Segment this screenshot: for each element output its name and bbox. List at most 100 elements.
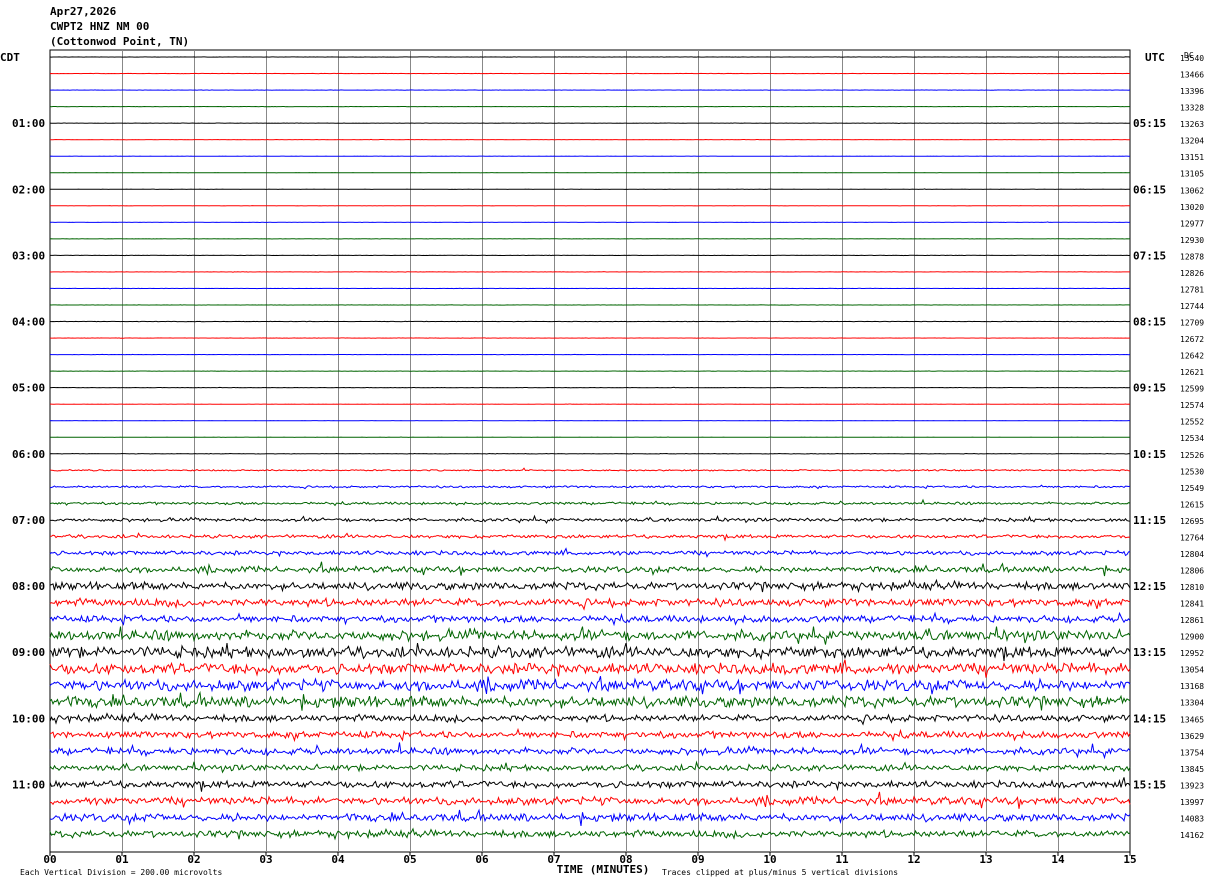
dc-offset-label: 13466 xyxy=(1180,71,1204,80)
cdt-time-label: 04:00 xyxy=(12,316,45,329)
x-axis-title: TIME (MINUTES) xyxy=(557,863,650,876)
seismic-trace xyxy=(49,370,1130,372)
seismic-trace xyxy=(49,386,1131,389)
dc-offset-label: 12549 xyxy=(1180,484,1204,493)
dc-offset-label: 13396 xyxy=(1180,87,1204,96)
seismic-trace xyxy=(49,659,1131,678)
utc-time-label: 09:15 xyxy=(1133,382,1166,395)
dc-offset-label: 12552 xyxy=(1180,418,1204,427)
x-tick-label: 02 xyxy=(187,853,200,866)
cdt-time-label: 08:00 xyxy=(12,580,45,593)
dc-offset-label: 12878 xyxy=(1180,252,1204,261)
utc-time-label: 13:15 xyxy=(1133,646,1166,659)
dc-offset-label: 12810 xyxy=(1180,583,1204,592)
x-tick-label: 01 xyxy=(115,853,129,866)
dc-offset-label: 12642 xyxy=(1180,352,1204,361)
seismic-trace xyxy=(49,122,1131,125)
x-tick-label: 09 xyxy=(691,853,704,866)
seismic-trace xyxy=(50,287,1131,290)
dc-offset-label: 13304 xyxy=(1180,699,1204,708)
x-tick-label: 10 xyxy=(763,853,776,866)
seismic-trace xyxy=(49,642,1131,662)
dc-offset-label: 13754 xyxy=(1180,748,1204,757)
seismic-trace xyxy=(49,808,1131,826)
dc-offset-label: 14162 xyxy=(1180,831,1204,840)
utc-time-label: 07:15 xyxy=(1133,249,1166,262)
dc-offset-label: 13540 xyxy=(1180,54,1204,63)
dc-offset-label: 12534 xyxy=(1180,434,1204,443)
seismic-trace xyxy=(49,467,1131,472)
dc-offset-label: 12695 xyxy=(1180,517,1204,526)
cdt-time-label: 05:00 xyxy=(12,382,45,395)
dc-offset-label: 12744 xyxy=(1180,302,1204,311)
seismic-trace xyxy=(49,105,1131,108)
utc-time-label: 15:15 xyxy=(1133,778,1166,791)
seismic-trace xyxy=(50,188,1130,190)
left-axis-label: CDT xyxy=(0,51,20,64)
seismic-trace xyxy=(49,760,1131,774)
dc-offset-label: 13054 xyxy=(1180,666,1204,675)
x-tick-label: 06 xyxy=(475,853,489,866)
dc-offset-label: 12621 xyxy=(1180,368,1204,377)
dc-offset-label: 13204 xyxy=(1180,137,1204,146)
seismic-trace xyxy=(49,271,1130,273)
dc-offset-label: 12952 xyxy=(1180,649,1204,658)
dc-offset-label: 12841 xyxy=(1180,600,1204,609)
seismic-trace xyxy=(49,547,1131,558)
seismic-trace xyxy=(49,827,1131,841)
seismic-trace xyxy=(49,353,1131,356)
dc-offset-label: 12764 xyxy=(1180,533,1204,542)
x-tick-label: 11 xyxy=(835,853,849,866)
seismic-trace xyxy=(49,498,1131,507)
right-axis-label: UTC xyxy=(1145,51,1165,64)
seismic-trace xyxy=(49,561,1131,577)
dc-offset-label: 12709 xyxy=(1180,319,1204,328)
dc-offset-label: 13105 xyxy=(1180,170,1204,179)
x-tick-label: 15 xyxy=(1123,853,1136,866)
utc-time-label: 11:15 xyxy=(1133,514,1166,527)
trace-group xyxy=(49,56,1131,841)
dc-offset-label: 13328 xyxy=(1180,104,1204,113)
dc-offset-label: 13168 xyxy=(1180,682,1204,691)
utc-time-label: 05:15 xyxy=(1133,117,1166,130)
dc-offset-label: 12977 xyxy=(1180,219,1204,228)
x-tick-label: 05 xyxy=(403,853,416,866)
cdt-time-label: 02:00 xyxy=(12,183,45,196)
seismic-trace xyxy=(49,626,1131,645)
x-tick-label: 00 xyxy=(43,853,56,866)
clipping-note: Traces clipped at plus/minus 5 vertical … xyxy=(662,868,898,877)
dc-offset-label: 12900 xyxy=(1180,633,1204,642)
seismic-trace xyxy=(49,711,1131,726)
seismic-trace xyxy=(49,676,1131,695)
dc-offset-label: 12672 xyxy=(1180,335,1204,344)
seismic-trace xyxy=(49,484,1131,490)
seismic-trace xyxy=(49,611,1131,627)
seismic-trace xyxy=(49,777,1131,792)
cdt-time-label: 06:00 xyxy=(12,448,45,461)
dc-offset-label: 13151 xyxy=(1180,153,1204,162)
cdt-time-label: 01:00 xyxy=(12,117,45,130)
dc-offset-label: 13845 xyxy=(1180,765,1204,774)
dc-offset-label: 12930 xyxy=(1180,236,1204,245)
dc-offset-label: 13923 xyxy=(1180,781,1204,790)
seismic-trace xyxy=(49,221,1131,224)
seismic-trace xyxy=(49,742,1131,760)
dc-offset-label: 12526 xyxy=(1180,451,1204,460)
cdt-time-label: 09:00 xyxy=(12,646,45,659)
dc-offset-label: 12574 xyxy=(1180,401,1204,410)
utc-time-label: 06:15 xyxy=(1133,183,1166,196)
cdt-time-label: 03:00 xyxy=(12,249,45,262)
utc-time-label: 08:15 xyxy=(1133,316,1166,329)
seismic-trace xyxy=(49,690,1131,711)
cdt-time-label: 07:00 xyxy=(12,514,45,527)
dc-offset-label: 12804 xyxy=(1180,550,1204,559)
x-tick-label: 04 xyxy=(331,853,345,866)
utc-time-label: 10:15 xyxy=(1133,448,1166,461)
utc-time-label: 12:15 xyxy=(1133,580,1166,593)
dc-offset-label: 12781 xyxy=(1180,285,1204,294)
dc-offset-label: 12530 xyxy=(1180,467,1204,476)
seismic-trace xyxy=(49,514,1131,525)
seismic-trace xyxy=(50,532,1131,542)
vertical-scale-note: Each Vertical Division = 200.00 microvol… xyxy=(20,868,222,877)
seismic-trace xyxy=(49,578,1131,594)
